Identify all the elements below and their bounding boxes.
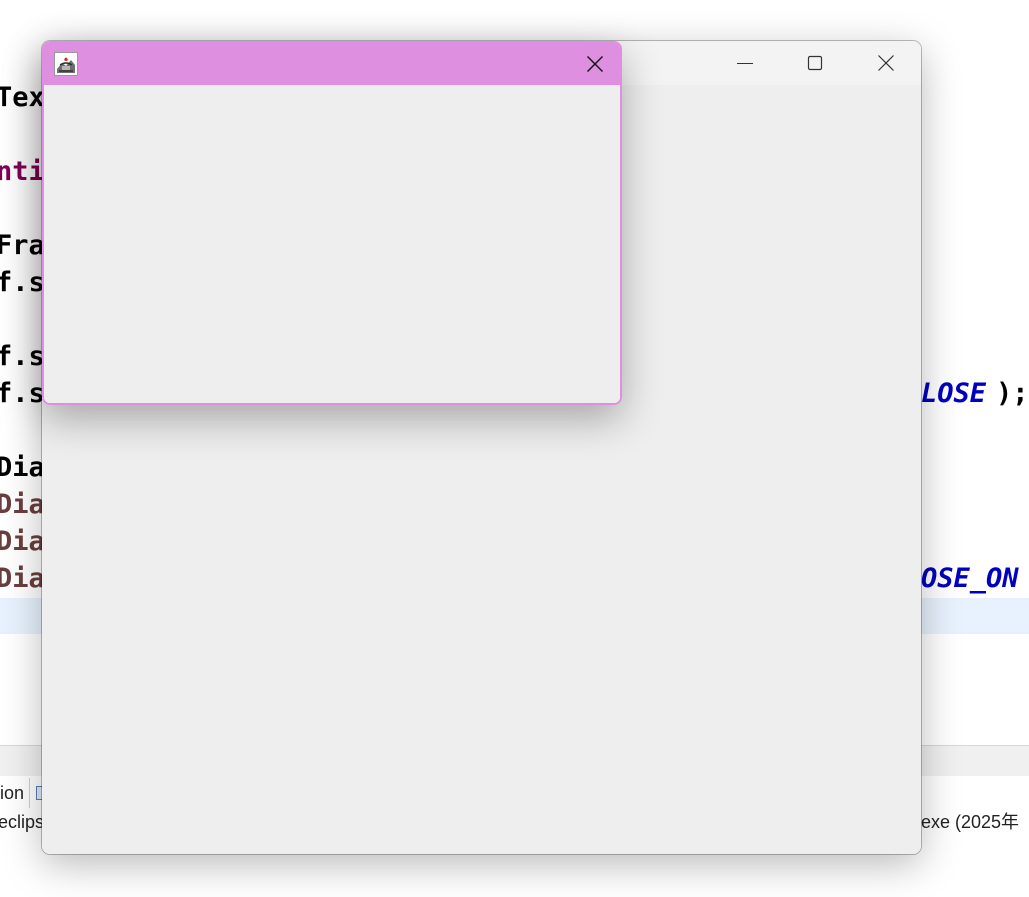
maximize-icon bbox=[807, 55, 823, 71]
tab-separator bbox=[29, 778, 30, 808]
code-line: Fra bbox=[0, 230, 45, 261]
maximize-button[interactable] bbox=[780, 41, 850, 85]
java-coffee-icon bbox=[54, 52, 78, 76]
dialog-content-pane bbox=[44, 85, 620, 403]
close-button[interactable] bbox=[851, 41, 921, 85]
code-line: nti bbox=[0, 156, 45, 187]
console-status-left: eclips bbox=[0, 812, 45, 832]
code-line: Dia bbox=[0, 526, 45, 557]
code-constant-dispose: OSE_ON bbox=[921, 563, 1019, 594]
code-constant-close: LOSE bbox=[921, 378, 987, 409]
minimize-button[interactable] bbox=[710, 41, 780, 85]
minimize-icon bbox=[737, 63, 753, 64]
panel-tab-label[interactable]: ion bbox=[0, 778, 24, 808]
code-line: f.s bbox=[0, 378, 45, 409]
close-icon bbox=[878, 55, 894, 71]
code-line: f.s bbox=[0, 267, 45, 298]
close-icon bbox=[587, 56, 603, 72]
code-line: Dia bbox=[0, 452, 45, 483]
code-line: Dia bbox=[0, 489, 45, 520]
dialog-titlebar[interactable] bbox=[44, 43, 620, 85]
code-statement-end: ); bbox=[996, 378, 1029, 409]
code-line: f.s bbox=[0, 341, 45, 372]
code-line: Dia bbox=[0, 563, 45, 594]
dialog-close-button[interactable] bbox=[570, 43, 620, 85]
dialog-window[interactable] bbox=[42, 41, 622, 405]
console-status-right: .exe (2025年 bbox=[916, 812, 1020, 832]
code-line: Tex bbox=[0, 82, 45, 113]
